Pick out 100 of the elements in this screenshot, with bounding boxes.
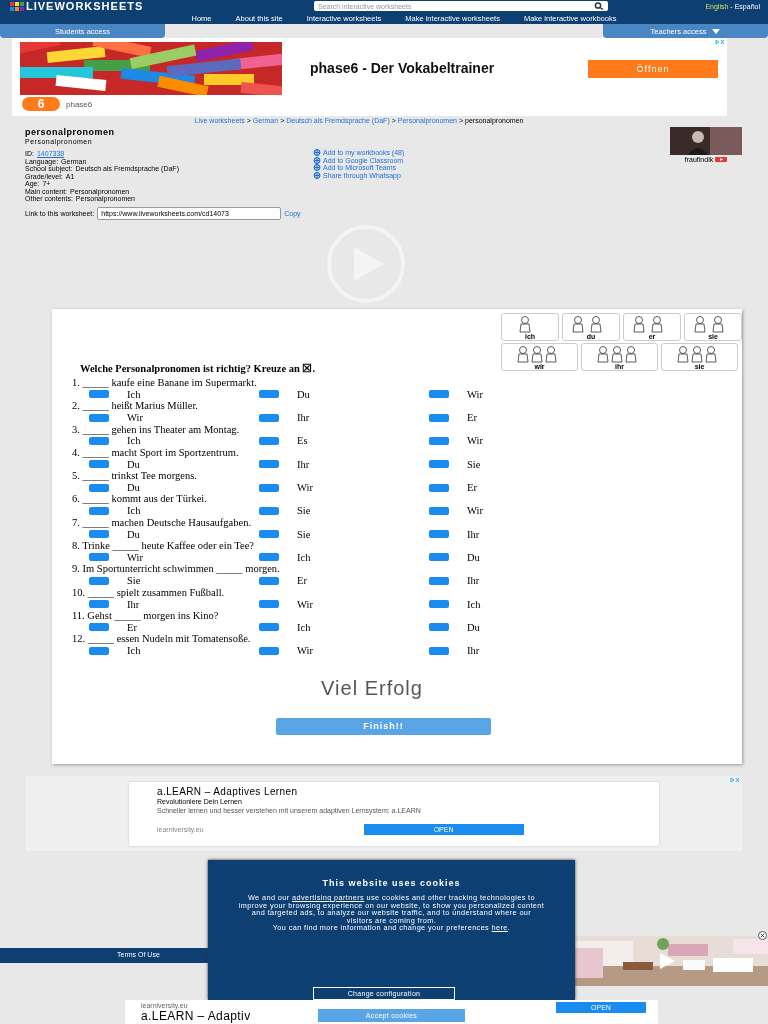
option-label: Du (127, 482, 140, 494)
option-label: Ihr (297, 458, 310, 470)
answer-checkbox[interactable] (89, 600, 109, 609)
answer-checkbox[interactable] (429, 483, 449, 492)
answer-checkbox[interactable] (429, 460, 449, 469)
option-label: Er (127, 621, 137, 633)
answer-checkbox[interactable] (89, 390, 109, 399)
plus-icon[interactable] (313, 156, 321, 164)
option-label: Er (297, 575, 307, 587)
option-label: Ihr (467, 645, 480, 657)
answer-checkbox[interactable] (259, 623, 279, 632)
answer-checkbox[interactable] (429, 553, 449, 562)
option-label: Ich (127, 435, 141, 447)
option-label: Sie (467, 458, 481, 470)
plus-icon[interactable] (313, 164, 321, 172)
ad-headline[interactable]: phase6 - Der Vokabeltrainer (310, 60, 550, 77)
answer-checkbox[interactable] (429, 390, 449, 399)
answer-checkbox[interactable] (89, 646, 109, 655)
option-label: Ich (127, 505, 141, 517)
answer-checkbox[interactable] (259, 576, 279, 585)
option-label: Du (127, 458, 140, 470)
answer-checkbox[interactable] (89, 437, 109, 445)
worksheet-heading: Welche Personalpronomen ist richtig? Kreuze an ☒. (80, 362, 317, 374)
option-label: Wir (297, 645, 313, 657)
answer-checkbox[interactable] (429, 506, 449, 515)
caret-icon (712, 28, 721, 34)
ad-choices-icon[interactable] (730, 777, 740, 783)
answer-checkbox[interactable] (259, 600, 279, 609)
option-label: Wir (297, 598, 313, 610)
answer-checkbox[interactable] (429, 600, 449, 609)
answer-checkbox[interactable] (429, 646, 449, 655)
answer-checkbox[interactable] (429, 576, 449, 585)
answer-checkbox[interactable] (89, 413, 109, 422)
answer-checkbox[interactable] (259, 437, 279, 445)
finish-button[interactable]: Finish!! (276, 717, 491, 735)
question-text: 1. _____ kaufe eine Banane im Supermarkt. (72, 377, 258, 389)
answer-checkbox[interactable] (259, 506, 279, 515)
open-button[interactable]: Öffnen (588, 59, 718, 78)
answer-checkbox[interactable] (429, 437, 449, 445)
answer-checkbox[interactable] (89, 623, 109, 632)
option-label: Ihr (467, 575, 480, 587)
answer-checkbox[interactable] (89, 530, 109, 539)
question-text: 2. _____ heißt Marius Müller. (72, 400, 199, 412)
play-icon[interactable] (658, 952, 676, 970)
answer-checkbox[interactable] (259, 483, 279, 492)
option-label: Sie (297, 528, 311, 540)
ad-choices-icon[interactable] (715, 39, 725, 45)
answer-checkbox[interactable] (89, 506, 109, 515)
answer-checkbox[interactable] (259, 553, 279, 562)
option-label: Es (297, 435, 308, 447)
close-icon[interactable] (758, 931, 767, 940)
option-label: Ich (127, 388, 141, 400)
option-label: Du (467, 621, 480, 633)
question-text: 10. _____ spielt zusammen Fußball. (72, 586, 226, 599)
answer-checkbox[interactable] (259, 413, 279, 422)
answer-checkbox[interactable] (429, 623, 449, 632)
question-text: 12. _____ essen Nudeln mit Tomatensoße. (72, 633, 252, 645)
ad-headline[interactable]: a.LEARN – Adaptives Lernen (157, 785, 659, 797)
option-label: Du (297, 388, 310, 400)
option-label: Ich (127, 645, 141, 657)
question-text: 4. _____ macht Sport im Sportzentrum. (72, 446, 240, 459)
option-label: Wir (467, 388, 483, 400)
option-label: Ich (467, 598, 481, 610)
plus-icon[interactable] (313, 149, 321, 157)
site-logo[interactable]: LIVEWORKSHEETS (26, 0, 144, 12)
video-badge-icon[interactable] (715, 157, 728, 162)
option-label: Wir (127, 412, 143, 424)
answer-checkbox[interactable] (259, 390, 279, 399)
question-text: 11. Gehst _____ morgen ins Kino? (72, 609, 220, 622)
option-label: Wir (297, 482, 313, 494)
answer-checkbox[interactable] (429, 530, 449, 539)
option-label: Wir (467, 505, 483, 517)
closing-text: Viel Erfolg (320, 676, 424, 700)
answer-checkbox[interactable] (259, 646, 279, 655)
option-label: Wir (467, 435, 483, 447)
ad-headline[interactable]: a.LEARN – Adaptiv (141, 1010, 251, 1022)
cookie-title: This website uses cookies (321, 878, 462, 888)
answer-checkbox[interactable] (259, 530, 279, 539)
question-text: 9. Im Sportunterricht schwimmen _____ morgen. (72, 563, 281, 575)
option-label: Ich (297, 621, 311, 633)
answer-checkbox[interactable] (259, 460, 279, 469)
question-text: 5. _____ trinkst Tee morgens. (72, 470, 198, 482)
logo-icon[interactable] (10, 1, 24, 11)
question-text: 8. Trinke _____ heute Kaffee oder ein Tee? (72, 540, 255, 552)
plus-icon[interactable] (313, 171, 321, 179)
option-label: Ihr (127, 598, 140, 610)
brand-name: phase6 (66, 99, 93, 109)
answer-checkbox[interactable] (89, 553, 109, 562)
answer-checkbox[interactable] (89, 460, 109, 469)
worksheet-title: personalpronomen (25, 127, 116, 137)
answer-checkbox[interactable] (89, 576, 109, 585)
question-text: 3. _____ gehen ins Theater am Montag. (72, 423, 241, 436)
option-label: Er (467, 412, 477, 424)
brand-logo[interactable]: 6 (22, 97, 60, 111)
answer-checkbox[interactable] (429, 413, 449, 422)
answer-checkbox[interactable] (89, 483, 109, 492)
option-label: Du (127, 528, 140, 540)
option-label: Ihr (297, 412, 310, 424)
search-icon[interactable] (594, 2, 604, 10)
option-label: Sie (127, 575, 141, 587)
